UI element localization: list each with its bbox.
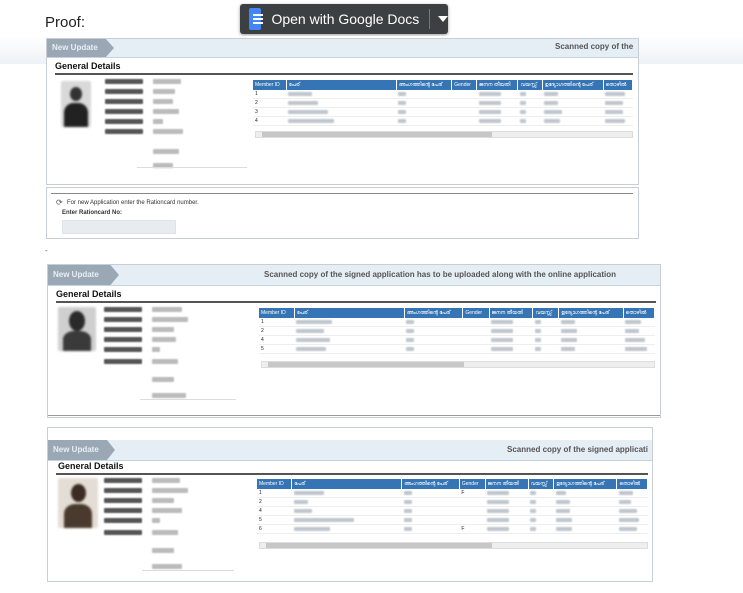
table-scrollbar[interactable]: [261, 361, 655, 368]
upload-notice: Scanned copy of the signed application h…: [264, 270, 617, 279]
col-gender: Gender: [459, 479, 486, 489]
col-occupation: ഉദ്യോഗത്തിന്റെ പേര്: [558, 308, 624, 318]
screenshot-3: New Update Scanned copy of the signed ap…: [47, 427, 653, 582]
col-name: പേര്: [286, 80, 397, 90]
table-row: 1F: [257, 489, 648, 498]
col-job: തൊഴിൽ: [616, 479, 648, 489]
col-job: തൊഴിൽ: [603, 80, 634, 90]
refresh-icon[interactable]: ⟳: [56, 198, 63, 207]
col-name: പേര്: [294, 308, 405, 318]
table-row: 3: [253, 107, 633, 117]
member-table: Member ID പേര് അംഗത്തിന്റെ പേര് Gender ജ…: [257, 479, 648, 534]
open-with-google-docs-button[interactable]: Open with Google Docs: [240, 4, 448, 34]
applicant-photo: [58, 307, 96, 351]
col-job: തൊഴിൽ: [623, 308, 656, 318]
col-member-id: Member ID: [259, 308, 295, 318]
table-row: 1: [259, 318, 655, 327]
table-scrollbar[interactable]: [259, 542, 648, 549]
table-scrollbar[interactable]: [255, 131, 633, 138]
caret-down-icon[interactable]: [438, 16, 448, 22]
table-row: 4: [259, 335, 655, 345]
section-title: General Details: [56, 289, 122, 299]
rationcard-label: Enter Rationcard No:: [62, 210, 123, 216]
bottom-rule: [48, 415, 660, 416]
rationcard-hint: For new Application enter the Rationcard…: [67, 200, 199, 206]
col-relation: അംഗത്തിന്റെ പേര്: [401, 479, 460, 489]
new-update-tag: New Update: [48, 440, 115, 460]
google-docs-icon: [249, 8, 263, 30]
col-relation: അംഗത്തിന്റെ പേര്: [404, 308, 464, 318]
col-age: വയസ്സ്: [528, 479, 555, 489]
col-age: വയസ്സ്: [532, 308, 560, 318]
col-member-id: Member ID: [257, 479, 293, 489]
col-dob: ജനന തീയതി: [485, 479, 529, 489]
col-gender: Gender: [462, 308, 490, 318]
table-row: 2: [253, 98, 633, 108]
col-occupation: ഉദ്യോഗത്തിന്റെ പേര്: [553, 479, 618, 489]
section-title: General Details: [55, 61, 121, 71]
banner: New Update Scanned copy of the signed ap…: [48, 440, 652, 461]
screenshot-1: New Update Scanned copy of the General D…: [46, 38, 639, 185]
rationcard-input[interactable]: [62, 220, 176, 234]
separator: -: [45, 246, 48, 255]
banner: New Update Scanned copy of the signed ap…: [48, 265, 660, 286]
new-update-tag: New Update: [47, 39, 114, 57]
member-table: Member ID പേര് അംഗത്തിന്റെ പേര് Gender ജ…: [253, 80, 634, 126]
proof-label: Proof:: [45, 14, 86, 31]
upload-notice: Scanned copy of the: [555, 42, 634, 51]
col-occupation: ഉദ്യോഗത്തിന്റെ പേര്: [542, 80, 604, 90]
screenshot-2: New Update Scanned copy of the signed ap…: [47, 264, 661, 418]
applicant-photo: [58, 478, 98, 528]
table-row: 6F: [257, 524, 648, 534]
col-dob: ജനന തീയതി: [476, 80, 519, 90]
table-row: 5: [257, 515, 648, 525]
table-row: 5: [259, 344, 655, 354]
col-member-id: Member ID: [253, 80, 287, 90]
new-update-tag: New Update: [48, 265, 119, 285]
table-row: 2: [259, 326, 655, 336]
col-dob: ജനന തീയതി: [489, 308, 534, 318]
table-row: 1: [253, 90, 633, 99]
upload-notice: Scanned copy of the signed applicati: [507, 445, 648, 454]
applicant-photo: [61, 81, 91, 127]
col-age: വയസ്സ്: [517, 80, 543, 90]
panel-top-rule: [51, 193, 633, 194]
col-relation: അംഗത്തിന്റെ പേര്: [396, 80, 453, 90]
toolbar-divider: [429, 9, 430, 29]
banner: New Update Scanned copy of the: [47, 39, 638, 58]
section-rule: [56, 473, 648, 475]
table-row: 4: [257, 506, 648, 516]
col-gender: Gender: [451, 80, 478, 90]
section-rule: [56, 301, 656, 303]
table-row: 4: [253, 116, 633, 126]
col-name: പേര്: [291, 479, 403, 489]
section-rule: [55, 73, 633, 75]
member-table: Member ID പേര് അംഗത്തിന്റെ പേര് Gender ജ…: [259, 308, 656, 354]
table-row: 2: [257, 497, 648, 507]
section-title: General Details: [58, 461, 124, 471]
open-with-label: Open with Google Docs: [271, 11, 420, 27]
rationcard-panel: ⟳ For new Application enter the Rationca…: [46, 187, 639, 239]
